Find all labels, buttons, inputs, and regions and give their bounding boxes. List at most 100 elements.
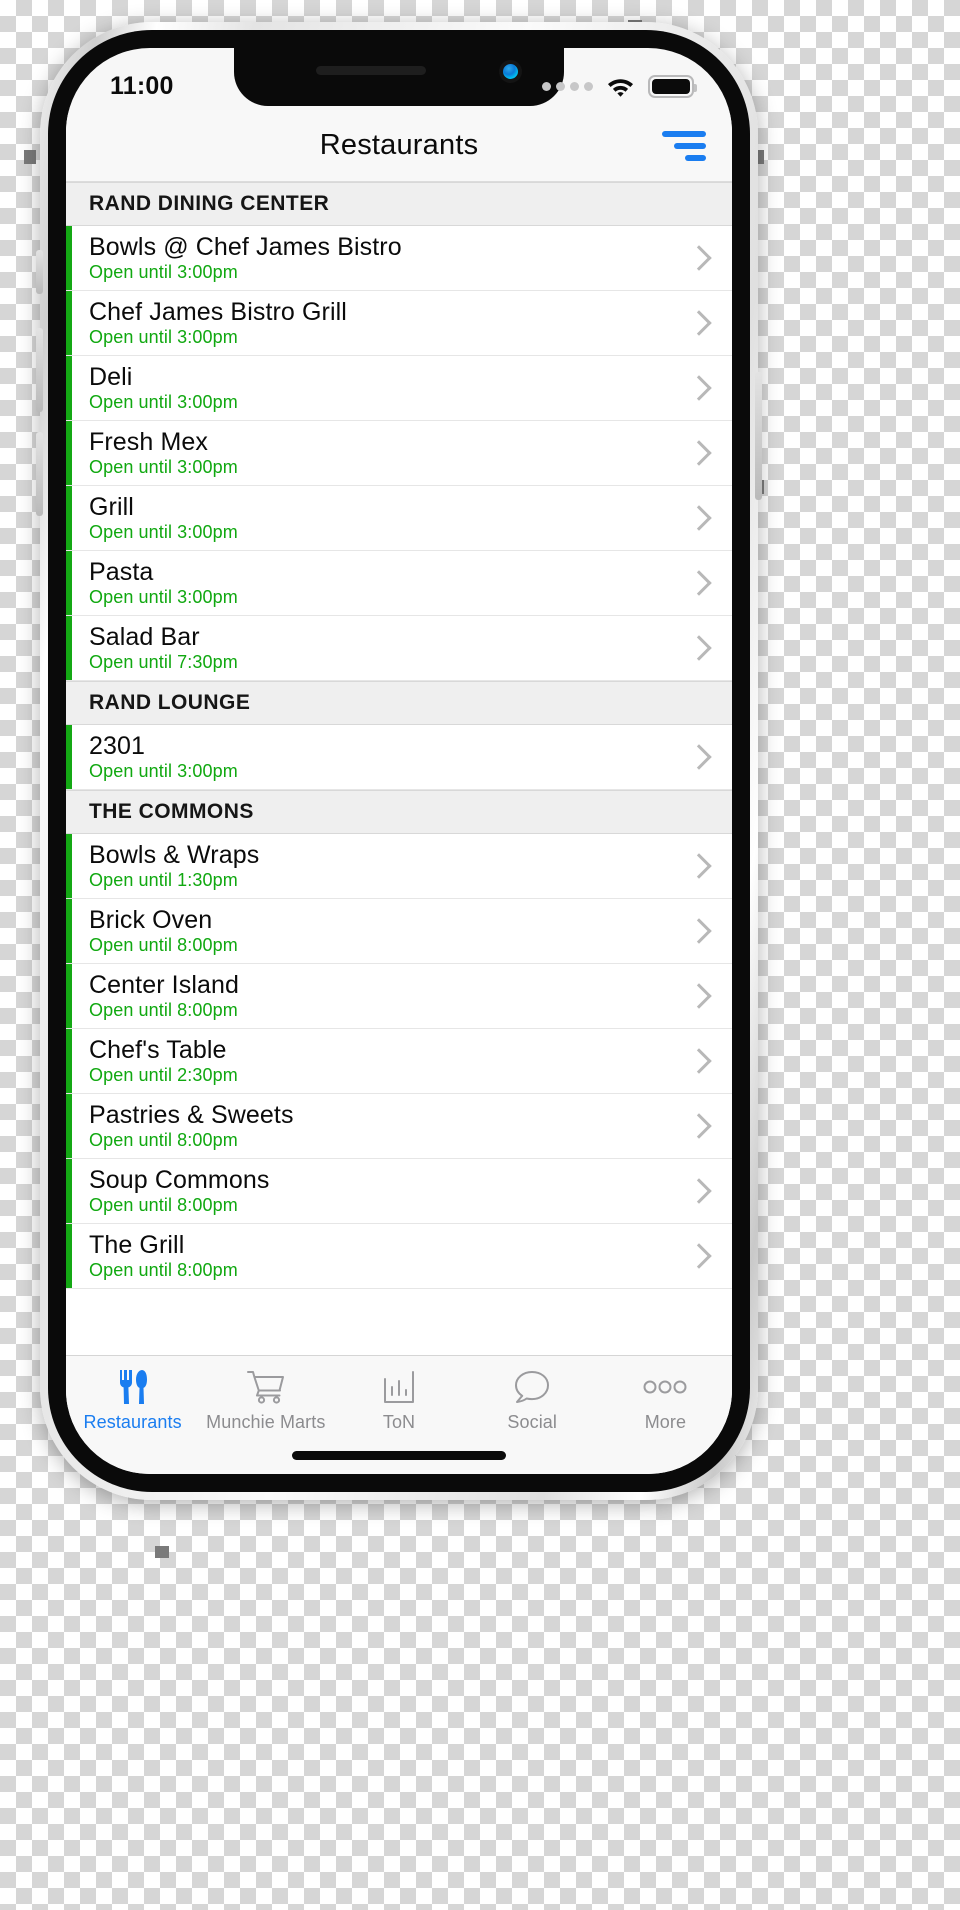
open-status-accent-bar (66, 1029, 72, 1093)
navigation-bar: Restaurants (66, 110, 732, 182)
open-status-accent-bar (66, 964, 72, 1028)
volume-down-button[interactable] (36, 432, 43, 516)
chevron-right-icon (686, 1243, 712, 1269)
restaurant-row[interactable]: Deli Open until 3:00pm (66, 356, 732, 421)
restaurant-name: Grill (89, 493, 134, 522)
status-time: 11:00 (110, 71, 174, 100)
open-status-accent-bar (66, 1159, 72, 1223)
phone-screen: 11:00 Restaurants RAND DINING CENTER Bow… (66, 48, 732, 1474)
restaurant-status: Open until 8:00pm (89, 1194, 238, 1215)
tab-label: More (644, 1412, 687, 1432)
restaurant-row[interactable]: Salad Bar Open until 7:30pm (66, 616, 732, 681)
restaurant-row-text: 2301 Open until 3:00pm (89, 733, 680, 780)
restaurant-row-text: Pastries & Sweets Open until 8:00pm (89, 1102, 680, 1149)
open-status-accent-bar (66, 486, 72, 550)
chevron-right-icon (686, 744, 712, 770)
restaurant-name: Pasta (89, 558, 154, 587)
restaurant-row[interactable]: Chef's Table Open until 2:30pm (66, 1029, 732, 1094)
restaurant-name: Center Island (89, 971, 239, 1000)
open-status-accent-bar (66, 725, 72, 789)
restaurant-row-text: The Grill Open until 8:00pm (89, 1232, 680, 1279)
restaurant-status: Open until 3:00pm (89, 521, 238, 542)
restaurant-row[interactable]: Pasta Open until 3:00pm (66, 551, 732, 616)
tab-more[interactable]: More (599, 1356, 732, 1474)
volume-up-button[interactable] (36, 328, 43, 412)
open-status-accent-bar (66, 616, 72, 680)
wifi-icon (606, 76, 635, 97)
restaurant-row[interactable]: Bowls & Wraps Open until 1:30pm (66, 834, 732, 899)
registration-mark (24, 150, 36, 164)
restaurant-name: Deli (89, 363, 133, 392)
tab-label: Munchie Marts (206, 1412, 326, 1432)
power-button[interactable] (755, 372, 762, 500)
restaurant-row-text: Fresh Mex Open until 3:00pm (89, 429, 680, 476)
chevron-right-icon (686, 570, 712, 596)
bar-chart-icon (382, 1368, 416, 1406)
tab-label: Restaurants (83, 1412, 182, 1432)
restaurant-row[interactable]: Soup Commons Open until 8:00pm (66, 1159, 732, 1224)
chevron-right-icon (686, 1048, 712, 1074)
restaurant-name: Soup Commons (89, 1166, 270, 1195)
restaurant-row-text: Soup Commons Open until 8:00pm (89, 1167, 680, 1214)
chevron-right-icon (686, 635, 712, 661)
section-header: THE COMMONS (66, 790, 732, 834)
restaurant-status: Open until 3:00pm (89, 391, 238, 412)
restaurant-status: Open until 8:00pm (89, 999, 238, 1020)
chevron-right-icon (686, 983, 712, 1009)
restaurant-name: Brick Oven (89, 906, 213, 935)
signal-dots-icon (542, 81, 593, 91)
tab-restaurants[interactable]: Restaurants (66, 1356, 199, 1474)
chevron-right-icon (686, 440, 712, 466)
tab-label: Social (507, 1412, 558, 1432)
restaurant-name: Bowls & Wraps (89, 841, 260, 870)
chevron-right-icon (686, 245, 712, 271)
restaurant-row-text: Chef's Table Open until 2:30pm (89, 1037, 680, 1084)
restaurant-status: Open until 8:00pm (89, 1259, 238, 1280)
chevron-right-icon (686, 918, 712, 944)
restaurant-name: Chef James Bistro Grill (89, 298, 347, 327)
chevron-right-icon (686, 505, 712, 531)
restaurant-name: Pastries & Sweets (89, 1101, 294, 1130)
restaurant-row-text: Pasta Open until 3:00pm (89, 559, 680, 606)
section-header: RAND LOUNGE (66, 681, 732, 725)
restaurant-name: Salad Bar (89, 623, 200, 652)
filter-sort-icon[interactable] (654, 124, 706, 168)
open-status-accent-bar (66, 1224, 72, 1288)
restaurant-name: Fresh Mex (89, 428, 208, 457)
restaurant-list[interactable]: RAND DINING CENTER Bowls @ Chef James Bis… (66, 182, 732, 1356)
phone-device-frame: 11:00 Restaurants RAND DINING CENTER Bow… (36, 22, 762, 1500)
silent-switch[interactable] (36, 250, 43, 294)
restaurant-row[interactable]: The Grill Open until 8:00pm (66, 1224, 732, 1289)
restaurant-row[interactable]: Bowls @ Chef James Bistro Open until 3:00… (66, 226, 732, 291)
restaurant-row[interactable]: 2301 Open until 3:00pm (66, 725, 732, 790)
status-indicators (542, 74, 697, 98)
fork-knife-icon (116, 1368, 150, 1406)
restaurant-row[interactable]: Chef James Bistro Grill Open until 3:00pm (66, 291, 732, 356)
shopping-cart-icon (246, 1368, 286, 1406)
restaurant-name: Bowls @ Chef James Bistro (89, 233, 402, 262)
restaurant-row-text: Chef James Bistro Grill Open until 3:00pm (89, 299, 680, 346)
speech-bubble-icon (514, 1368, 550, 1406)
restaurant-row[interactable]: Pastries & Sweets Open until 8:00pm (66, 1094, 732, 1159)
open-status-accent-bar (66, 226, 72, 290)
chevron-right-icon (686, 375, 712, 401)
restaurant-name: The Grill (89, 1231, 185, 1260)
restaurant-row[interactable]: Center Island Open until 8:00pm (66, 964, 732, 1029)
restaurant-status: Open until 1:30pm (89, 869, 238, 890)
open-status-accent-bar (66, 421, 72, 485)
open-status-accent-bar (66, 834, 72, 898)
restaurant-row[interactable]: Fresh Mex Open until 3:00pm (66, 421, 732, 486)
open-status-accent-bar (66, 1094, 72, 1158)
section-header: RAND DINING CENTER (66, 182, 732, 226)
home-indicator[interactable] (292, 1451, 506, 1460)
battery-icon (648, 74, 697, 98)
restaurant-row-text: Center Island Open until 8:00pm (89, 972, 680, 1019)
restaurant-status: Open until 3:00pm (89, 326, 238, 347)
restaurant-row[interactable]: Brick Oven Open until 8:00pm (66, 899, 732, 964)
page-title: Restaurants (319, 129, 479, 161)
open-status-accent-bar (66, 899, 72, 963)
restaurant-row[interactable]: Grill Open until 3:00pm (66, 486, 732, 551)
open-status-accent-bar (66, 291, 72, 355)
restaurant-status: Open until 2:30pm (89, 1064, 238, 1085)
restaurant-row-text: Salad Bar Open until 7:30pm (89, 624, 680, 671)
